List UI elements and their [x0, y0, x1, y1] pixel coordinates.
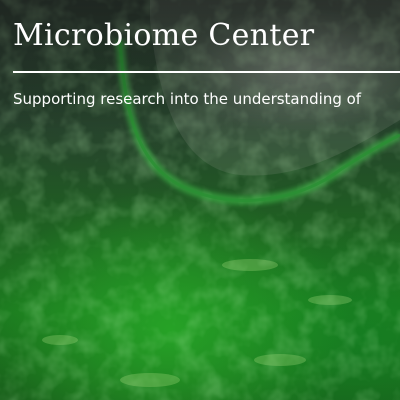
- hero-subtitle: Supporting research into the understandi…: [13, 90, 362, 108]
- title-divider: [13, 71, 400, 73]
- hero-banner: Microbiome Center Supporting research in…: [0, 0, 400, 400]
- page-title: Microbiome Center: [13, 18, 315, 53]
